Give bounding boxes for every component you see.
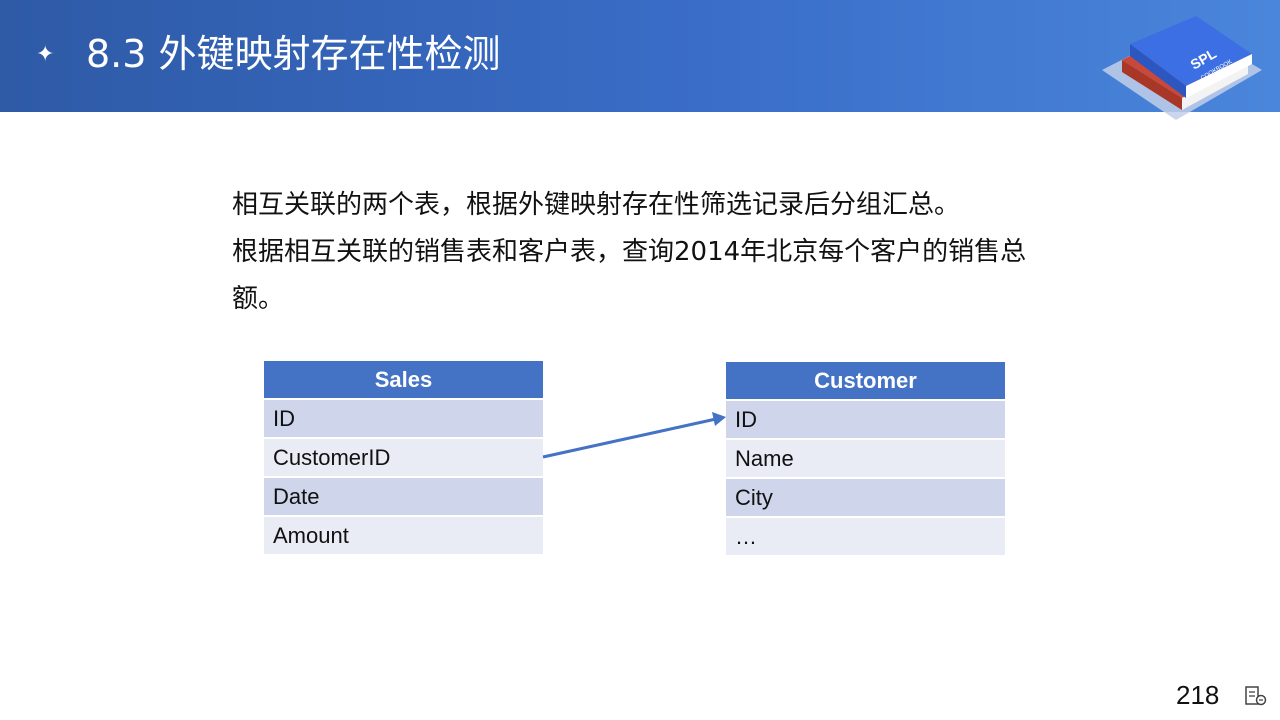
sales-field-id: ID	[264, 400, 543, 437]
slide-title: 8.3 外键映射存在性检测	[86, 32, 501, 76]
description: 相互关联的两个表，根据外键映射存在性筛选记录后分组汇总。 根据相互关联的销售表和…	[232, 182, 1062, 323]
spl-cookbook-logo: SPL COOKBOOK	[1102, 16, 1262, 120]
arrow-line	[542, 417, 717, 459]
customer-table-header: Customer	[726, 362, 1005, 399]
customer-field-city: City	[726, 479, 1005, 516]
sales-field-amount: Amount	[264, 517, 543, 554]
page-number: 218	[1176, 680, 1220, 710]
notes-icon[interactable]	[1245, 686, 1267, 706]
description-line-2: 根据相互关联的销售表和客户表，查询2014年北京每个客户的销售总额。	[232, 237, 1027, 314]
description-line-1: 相互关联的两个表，根据外键映射存在性筛选记录后分组汇总。	[232, 190, 961, 220]
title-bar: ✦ 8.3 外键映射存在性检测	[0, 0, 1280, 112]
arrow-head	[712, 412, 726, 426]
customer-table: Customer ID Name City …	[726, 362, 1005, 555]
sales-table: Sales ID CustomerID Date Amount	[264, 361, 543, 554]
customer-field-name: Name	[726, 440, 1005, 477]
sales-field-date: Date	[264, 478, 543, 515]
customer-field-more: …	[726, 518, 1005, 555]
bullet-star-icon: ✦	[36, 42, 55, 67]
sales-field-customerid: CustomerID	[264, 439, 543, 476]
customer-field-id: ID	[726, 401, 1005, 438]
sales-table-header: Sales	[264, 361, 543, 398]
